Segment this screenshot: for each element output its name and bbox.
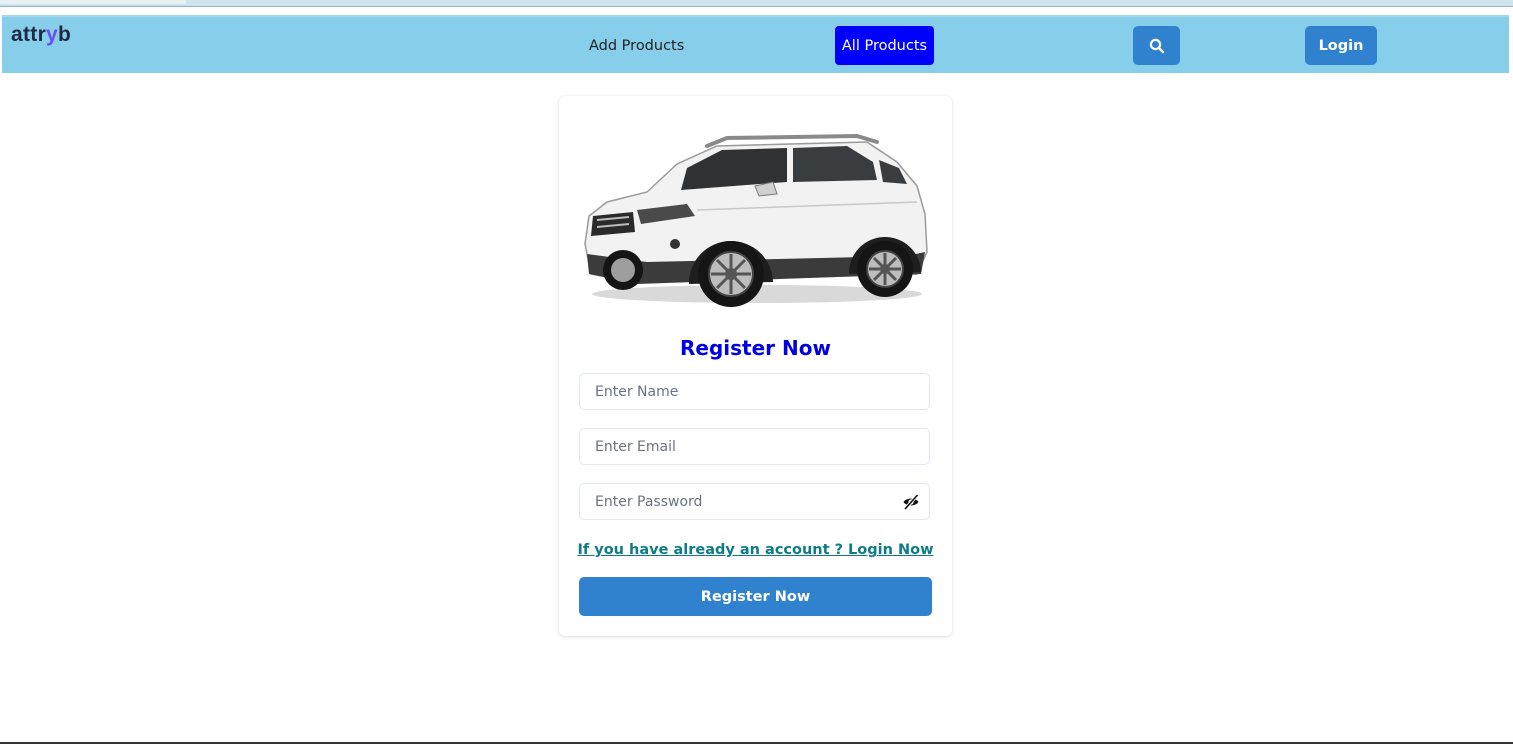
search-button[interactable]: [1133, 26, 1180, 65]
password-input[interactable]: [580, 484, 895, 519]
name-field[interactable]: [579, 373, 930, 410]
brand-accent: y: [46, 23, 59, 46]
search-icon: [1149, 38, 1164, 53]
login-button[interactable]: Login: [1305, 26, 1377, 65]
all-products-button[interactable]: All Products: [835, 26, 934, 65]
brand-prefix: attr: [11, 23, 47, 46]
add-products-link[interactable]: Add Products: [589, 38, 684, 54]
browser-top-strip: [0, 0, 1513, 7]
register-now-button[interactable]: Register Now: [579, 577, 932, 616]
browser-tab-stub: [0, 0, 186, 4]
email-input[interactable]: [580, 429, 895, 464]
name-input[interactable]: [580, 374, 895, 409]
navbar: attryb Add Products All Products Login: [2, 15, 1509, 73]
login-now-link[interactable]: If you have already an account ? Login N…: [559, 542, 952, 558]
suv-car-image: [577, 124, 933, 309]
password-field[interactable]: [579, 483, 930, 520]
register-card: Register Now If you have already an acco…: [559, 96, 952, 636]
register-title: Register Now: [680, 336, 831, 360]
bottom-divider: [0, 742, 1513, 744]
brand-suffix: b: [58, 23, 72, 46]
email-field[interactable]: [579, 428, 930, 465]
brand-logo[interactable]: attryb: [11, 23, 71, 47]
eye-slash-icon[interactable]: [902, 493, 920, 511]
